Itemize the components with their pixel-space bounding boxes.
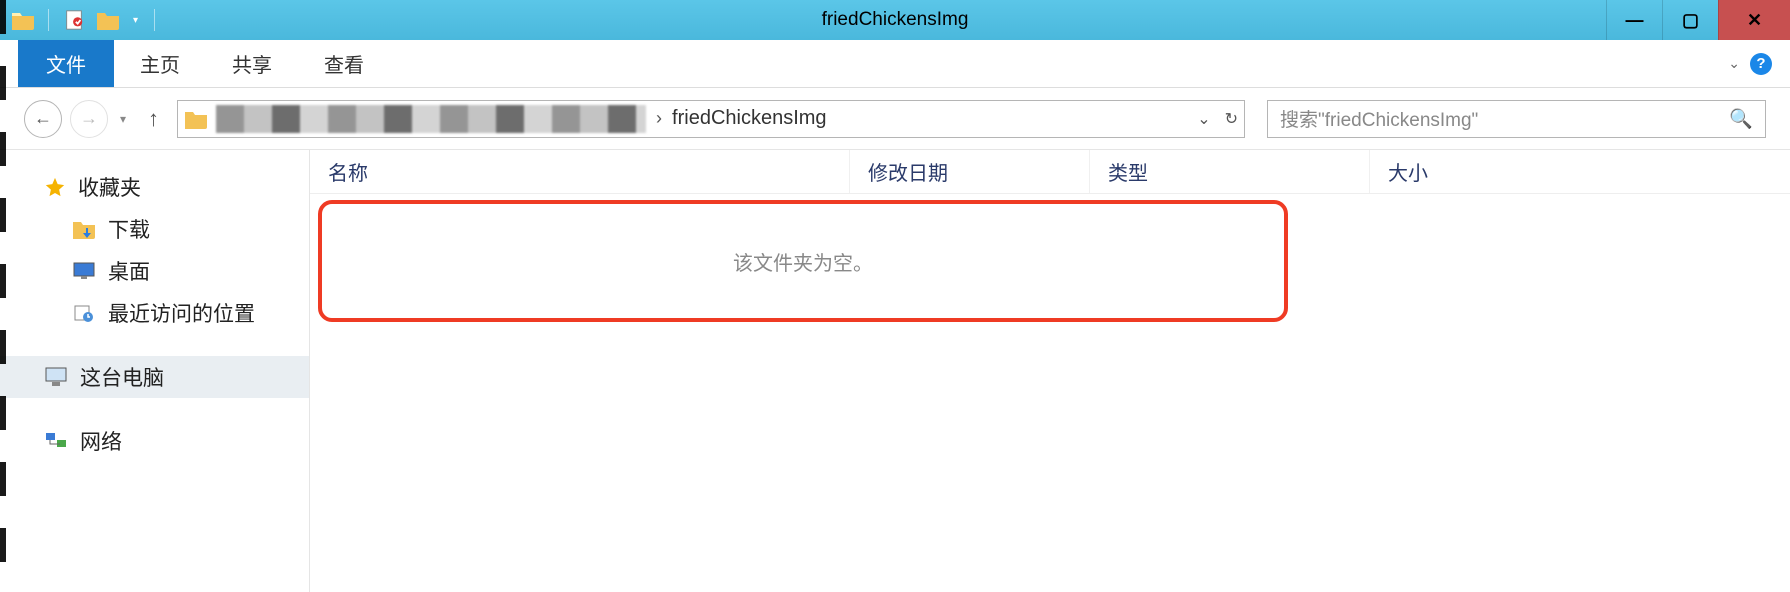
- navigation-pane: 收藏夹 下载 桌面 最近访问的位置 这台电脑 网络: [0, 150, 310, 592]
- ribbon-bar: 文件 主页 共享 查看 ⌄ ?: [0, 40, 1790, 88]
- back-button[interactable]: ←: [24, 100, 62, 138]
- address-dropdown-icon[interactable]: ⌄: [1197, 109, 1210, 129]
- empty-folder-message: 该文件夹为空。: [733, 247, 873, 276]
- recent-icon: [72, 303, 96, 323]
- up-button[interactable]: ↑: [138, 106, 169, 132]
- annotation-highlight-box: 该文件夹为空。: [318, 200, 1288, 322]
- ribbon-tab-share[interactable]: 共享: [206, 40, 298, 87]
- sidebar-label: 下载: [108, 214, 150, 244]
- search-icon[interactable]: 🔍: [1729, 107, 1753, 131]
- column-name[interactable]: 名称: [310, 150, 850, 193]
- address-bar[interactable]: › friedChickensImg ⌄ ↻: [177, 100, 1245, 138]
- computer-icon: [44, 366, 68, 388]
- address-current-folder[interactable]: friedChickensImg: [672, 107, 827, 130]
- folder-icon[interactable]: [10, 7, 36, 33]
- window-titlebar: ▾ friedChickensImg — ▢ ✕: [0, 0, 1790, 40]
- window-title: friedChickensImg: [822, 9, 969, 31]
- close-button[interactable]: ✕: [1718, 0, 1790, 40]
- sidebar-item-recent[interactable]: 最近访问的位置: [0, 292, 309, 334]
- sidebar-label: 这台电脑: [80, 362, 164, 392]
- desktop-icon: [72, 261, 96, 281]
- address-path-redacted: [216, 105, 646, 133]
- annotation-left-dashes: [0, 0, 6, 592]
- new-folder-icon[interactable]: [95, 7, 121, 33]
- sidebar-label: 最近访问的位置: [108, 298, 255, 328]
- quick-access-toolbar: ▾: [0, 7, 159, 33]
- sidebar-this-pc[interactable]: 这台电脑: [0, 356, 309, 398]
- qat-dropdown-icon[interactable]: ▾: [129, 15, 142, 26]
- ribbon-collapse-icon[interactable]: ⌄: [1728, 55, 1740, 72]
- separator: [48, 9, 49, 31]
- sidebar-item-downloads[interactable]: 下载: [0, 208, 309, 250]
- ribbon-tab-view[interactable]: 查看: [298, 40, 390, 87]
- sidebar-item-desktop[interactable]: 桌面: [0, 250, 309, 292]
- forward-button[interactable]: →: [70, 100, 108, 138]
- sidebar-label: 收藏夹: [78, 172, 141, 202]
- folder-icon: [72, 219, 96, 239]
- navigation-bar: ← → ▾ ↑ › friedChickensImg ⌄ ↻ 搜索"friedC…: [0, 88, 1790, 150]
- sidebar-network[interactable]: 网络: [0, 420, 309, 462]
- network-icon: [44, 430, 68, 452]
- minimize-button[interactable]: —: [1606, 0, 1662, 40]
- sidebar-label: 桌面: [108, 256, 150, 286]
- properties-icon[interactable]: [61, 7, 87, 33]
- column-modified[interactable]: 修改日期: [850, 150, 1090, 193]
- ribbon-tab-home[interactable]: 主页: [114, 40, 206, 87]
- column-headers: 名称 修改日期 类型 大小: [310, 150, 1790, 194]
- ribbon-file-tab[interactable]: 文件: [18, 40, 114, 87]
- column-type[interactable]: 类型: [1090, 150, 1370, 193]
- search-placeholder: 搜索"friedChickensImg": [1280, 105, 1478, 132]
- file-list-pane: 名称 修改日期 类型 大小 该文件夹为空。: [310, 150, 1790, 592]
- history-dropdown-icon[interactable]: ▾: [116, 112, 130, 126]
- breadcrumb-separator-icon: ›: [646, 108, 672, 129]
- folder-icon: [182, 105, 210, 133]
- star-icon: [44, 176, 66, 198]
- help-icon[interactable]: ?: [1750, 53, 1772, 75]
- maximize-button[interactable]: ▢: [1662, 0, 1718, 40]
- search-input[interactable]: 搜索"friedChickensImg" 🔍: [1267, 100, 1766, 138]
- sidebar-label: 网络: [80, 426, 122, 456]
- sidebar-favorites[interactable]: 收藏夹: [0, 166, 309, 208]
- separator: [154, 9, 155, 31]
- window-controls: — ▢ ✕: [1606, 0, 1790, 40]
- explorer-body: 收藏夹 下载 桌面 最近访问的位置 这台电脑 网络: [0, 150, 1790, 592]
- refresh-icon[interactable]: ↻: [1225, 109, 1238, 129]
- column-size[interactable]: 大小: [1370, 150, 1550, 193]
